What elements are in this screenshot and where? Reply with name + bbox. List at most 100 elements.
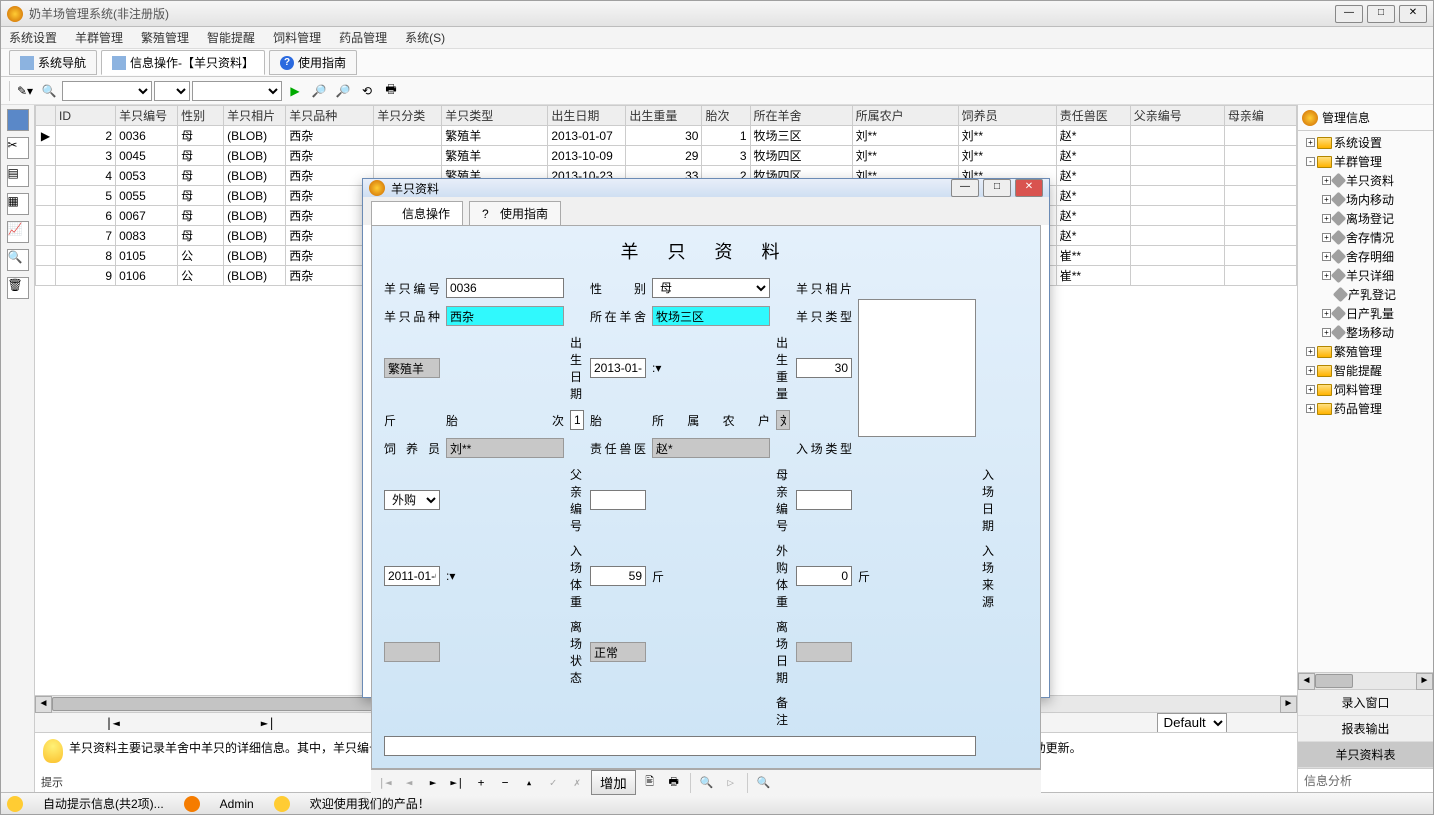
menu-item[interactable]: 繁殖管理 bbox=[141, 29, 189, 46]
export-icon[interactable]: 🖹 bbox=[640, 773, 660, 793]
bw-input[interactable] bbox=[796, 358, 852, 378]
feeder-input[interactable] bbox=[446, 438, 564, 458]
info-analysis[interactable]: 信息分析 bbox=[1298, 768, 1433, 792]
nav-next-icon[interactable]: ► bbox=[423, 773, 443, 793]
filter-combo-2[interactable] bbox=[154, 81, 190, 101]
tree-node[interactable]: +整场移动 bbox=[1298, 323, 1433, 342]
tree-bottom-btn[interactable]: 羊只资料表 bbox=[1298, 742, 1433, 768]
menu-item[interactable]: 羊群管理 bbox=[75, 29, 123, 46]
left-btn-6[interactable]: 🔍 bbox=[7, 249, 29, 271]
intype-select[interactable]: 外购 bbox=[384, 490, 440, 510]
dialog-min-button[interactable]: — bbox=[951, 179, 979, 197]
breed-input[interactable] bbox=[446, 306, 564, 326]
menu-item[interactable]: 系统(S) bbox=[405, 29, 445, 46]
post-rec-icon[interactable]: ✓ bbox=[543, 773, 563, 793]
menu-item[interactable]: 智能提醒 bbox=[207, 29, 255, 46]
tree-node[interactable]: +场内移动 bbox=[1298, 190, 1433, 209]
print-icon[interactable]: 🖶 bbox=[380, 80, 402, 102]
tree-node[interactable]: +羊只资料 bbox=[1298, 171, 1433, 190]
outdate-input[interactable] bbox=[796, 642, 852, 662]
dialog-tab[interactable]: ?使用指南 bbox=[469, 201, 561, 225]
add-button[interactable]: 增加 bbox=[591, 770, 636, 795]
menu-item[interactable]: 饲料管理 bbox=[273, 29, 321, 46]
left-btn-4[interactable]: ▦ bbox=[7, 193, 29, 215]
minimize-button[interactable]: — bbox=[1335, 5, 1363, 23]
menu-item[interactable]: 系统设置 bbox=[9, 29, 57, 46]
buywt-input[interactable] bbox=[796, 566, 852, 586]
nav-tree[interactable]: +系统设置-羊群管理+羊只资料+场内移动+离场登记+舍存情况+舍存明细+羊只详细… bbox=[1298, 131, 1433, 672]
tree-node[interactable]: 产乳登记 bbox=[1298, 285, 1433, 304]
tree-node[interactable]: +系统设置 bbox=[1298, 133, 1433, 152]
nav-last-icon[interactable]: ►| bbox=[447, 773, 467, 793]
cancel-rec-icon[interactable]: ✗ bbox=[567, 773, 587, 793]
tree-node[interactable]: +舍存情况 bbox=[1298, 228, 1433, 247]
edit-rec-icon[interactable]: ▴ bbox=[519, 773, 539, 793]
find-icon[interactable]: 🔍 bbox=[754, 773, 774, 793]
scroll-right-icon[interactable]: ► bbox=[1280, 696, 1297, 713]
doc-tab[interactable]: ?使用指南 bbox=[269, 50, 357, 75]
filter-combo-3[interactable] bbox=[192, 81, 282, 101]
fa-input[interactable] bbox=[590, 490, 646, 510]
maximize-button[interactable]: □ bbox=[1367, 5, 1395, 23]
tree-node[interactable]: +繁殖管理 bbox=[1298, 342, 1433, 361]
left-btn-5[interactable]: 📈 bbox=[7, 221, 29, 243]
num-input[interactable] bbox=[446, 278, 564, 298]
tree-bottom-btn[interactable]: 录入窗口 bbox=[1298, 690, 1433, 716]
vet-input[interactable] bbox=[652, 438, 770, 458]
del-rec-icon[interactable]: − bbox=[495, 773, 515, 793]
photo-box[interactable] bbox=[858, 299, 976, 437]
play2-icon[interactable]: ▷ bbox=[721, 773, 741, 793]
dialog-close-button[interactable]: ✕ bbox=[1015, 179, 1043, 197]
doc-tab[interactable]: 信息操作-【羊只资料】 bbox=[101, 50, 265, 75]
run-icon[interactable]: ▶ bbox=[284, 80, 306, 102]
tree-node[interactable]: +羊只详细 bbox=[1298, 266, 1433, 285]
refresh-icon[interactable]: ⟲ bbox=[356, 80, 378, 102]
search-icon[interactable]: 🔎 bbox=[308, 80, 330, 102]
note-input[interactable] bbox=[384, 736, 976, 756]
tree-node[interactable]: +离场登记 bbox=[1298, 209, 1433, 228]
insrc-input[interactable] bbox=[384, 642, 440, 662]
filter-combo-1[interactable] bbox=[62, 81, 152, 101]
search2-icon[interactable]: 🔎 bbox=[332, 80, 354, 102]
left-btn-3[interactable]: ▤ bbox=[7, 165, 29, 187]
zoom-icon[interactable]: 🔍 bbox=[38, 80, 60, 102]
nav-first-icon[interactable]: |◄ bbox=[375, 773, 395, 793]
tree-node[interactable]: +药品管理 bbox=[1298, 399, 1433, 418]
tc-input[interactable] bbox=[570, 410, 584, 430]
tree-node[interactable]: -羊群管理 bbox=[1298, 152, 1433, 171]
dob-input[interactable] bbox=[590, 358, 646, 378]
tree-bottom-btn[interactable]: 报表输出 bbox=[1298, 716, 1433, 742]
print2-icon[interactable]: 🖶 bbox=[664, 773, 684, 793]
ma-input[interactable] bbox=[796, 490, 852, 510]
close-button[interactable]: ✕ bbox=[1399, 5, 1427, 23]
tree-node[interactable]: +舍存明细 bbox=[1298, 247, 1433, 266]
add-rec-icon[interactable]: + bbox=[471, 773, 491, 793]
left-btn-2[interactable]: ✂ bbox=[7, 137, 29, 159]
table-row[interactable]: ▶20036母(BLOB)西杂繁殖羊2013-01-07301牧场三区刘**刘*… bbox=[36, 126, 1297, 146]
nav-first[interactable]: |◄ bbox=[105, 716, 119, 730]
left-btn-1[interactable] bbox=[7, 109, 29, 131]
layout-combo[interactable]: Default bbox=[1157, 713, 1227, 733]
inwt-input[interactable] bbox=[590, 566, 646, 586]
indate-input[interactable] bbox=[384, 566, 440, 586]
tree-node[interactable]: +智能提醒 bbox=[1298, 361, 1433, 380]
farmer-input[interactable] bbox=[776, 410, 790, 430]
sex-select[interactable]: 母 bbox=[652, 278, 770, 298]
dialog-tab[interactable]: 信息操作 bbox=[371, 201, 463, 225]
menu-item[interactable]: 药品管理 bbox=[339, 29, 387, 46]
scroll-left-icon[interactable]: ◄ bbox=[35, 696, 52, 713]
type-label: 羊只类型 bbox=[796, 308, 852, 325]
table-row[interactable]: 30045母(BLOB)西杂繁殖羊2013-10-09293牧场四区刘**刘**… bbox=[36, 146, 1297, 166]
tree-node[interactable]: +饲料管理 bbox=[1298, 380, 1433, 399]
pen-input[interactable] bbox=[652, 306, 770, 326]
edit-icon[interactable]: ✎▾ bbox=[14, 80, 36, 102]
left-btn-7[interactable]: 🗑 bbox=[7, 277, 29, 299]
nav-prev-icon[interactable]: ◄ bbox=[399, 773, 419, 793]
doc-tab[interactable]: 系统导航 bbox=[9, 50, 97, 75]
dialog-max-button[interactable]: □ bbox=[983, 179, 1011, 197]
type-input[interactable] bbox=[384, 358, 440, 378]
tree-node[interactable]: +日产乳量 bbox=[1298, 304, 1433, 323]
tree-h-scroll[interactable]: ◄► bbox=[1298, 672, 1433, 689]
nav-prev[interactable]: ►| bbox=[261, 716, 275, 730]
preview-icon[interactable]: 🔍 bbox=[697, 773, 717, 793]
